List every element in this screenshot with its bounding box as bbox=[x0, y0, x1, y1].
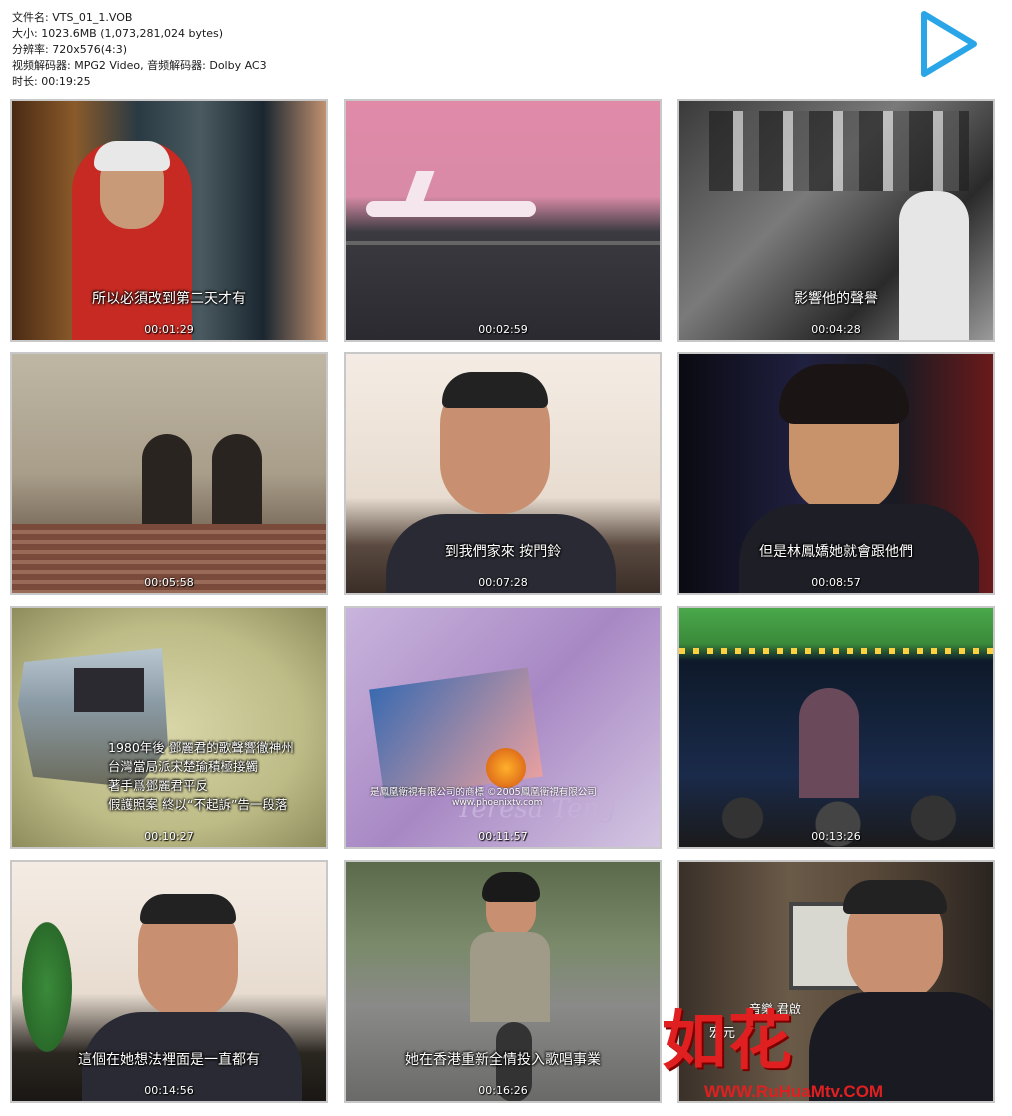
caption-text: 1980年後 鄧麗君的歌聲響徹神州 台灣當局派宋楚瑜積極接觸 著手爲鄧麗君平反 … bbox=[108, 738, 294, 814]
subtitle: 所以必須改到第二天才有 bbox=[92, 291, 246, 307]
timestamp: 00:10:27 bbox=[144, 830, 194, 843]
subtitle: 到我們家來 按門鈴 bbox=[444, 544, 562, 560]
title-card-scene: Teresa Teng bbox=[346, 608, 660, 847]
caption-line: 假護照案 終以“不起訴”告一段落 bbox=[108, 797, 288, 812]
thumbnail-grid: 所以必須改到第二天才有 00:01:29 00:02:59 影響他的聲譽 00:… bbox=[0, 0, 1012, 1116]
thumbnail[interactable]: 00:02:59 bbox=[344, 99, 662, 342]
timestamp: 00:02:59 bbox=[478, 323, 528, 336]
thumbnail[interactable]: Teresa Teng 是鳳凰衛視有限公司的商標 ©2005鳳凰衛視有限公司 w… bbox=[344, 606, 662, 849]
thumbnail[interactable]: 這個在她想法裡面是一直都有 00:14:56 bbox=[10, 860, 328, 1103]
timestamp: 00:16:26 bbox=[478, 1084, 528, 1097]
caption-line: 1980年後 鄧麗君的歌聲響徹神州 bbox=[108, 740, 294, 755]
caption-line: 台灣當局派宋楚瑜積極接觸 bbox=[108, 759, 259, 774]
thumbnail[interactable]: 但是林鳳嬌她就會跟他們 00:08:57 bbox=[677, 352, 995, 595]
watermark-url: WWW.RuHuaMtv.COM bbox=[704, 1082, 884, 1101]
timestamp: 00:07:28 bbox=[478, 576, 528, 589]
subtitle: 但是林鳳嬌她就會跟他們 bbox=[759, 544, 913, 560]
thumbnail[interactable]: 影響他的聲譽 00:04:28 bbox=[677, 99, 995, 342]
caption-line: 著手爲鄧麗君平反 bbox=[108, 778, 209, 793]
thumbnail[interactable]: 00:05:58 bbox=[10, 352, 328, 595]
watermark: 如花 WWW.RuHuaMtv.COM bbox=[662, 990, 992, 1110]
subtitle: 她在香港重新全情投入歌唱事業 bbox=[405, 1052, 601, 1068]
overlay-url: www.phoenixtv.com bbox=[452, 798, 543, 808]
timestamp: 00:13:26 bbox=[811, 830, 861, 843]
watermark-logo: 如花 bbox=[662, 1004, 794, 1079]
timestamp: 00:14:56 bbox=[144, 1084, 194, 1097]
timestamp: 00:01:29 bbox=[144, 323, 194, 336]
thumbnail[interactable]: 00:13:26 bbox=[677, 606, 995, 849]
timestamp: 00:08:57 bbox=[811, 576, 861, 589]
concert-scene bbox=[679, 608, 993, 847]
thumbnail[interactable]: 所以必須改到第二天才有 00:01:29 bbox=[10, 99, 328, 342]
thumbnail[interactable]: 她在香港重新全情投入歌唱事業 00:16:26 bbox=[344, 860, 662, 1103]
timestamp: 00:04:28 bbox=[811, 323, 861, 336]
airplane-scene bbox=[346, 101, 660, 340]
thumbnail[interactable]: 到我們家來 按門鈴 00:07:28 bbox=[344, 352, 662, 595]
timestamp: 00:05:58 bbox=[144, 576, 194, 589]
overlay-text: 是鳳凰衛視有限公司的商標 ©2005鳳凰衛視有限公司 bbox=[370, 787, 597, 798]
subtitle: 影響他的聲譽 bbox=[794, 291, 878, 307]
building-scene bbox=[12, 354, 326, 593]
subtitle: 這個在她想法裡面是一直都有 bbox=[78, 1052, 260, 1068]
thumbnail[interactable]: 1980年後 鄧麗君的歌聲響徹神州 台灣當局派宋楚瑜積極接觸 著手爲鄧麗君平反 … bbox=[10, 606, 328, 849]
timestamp: 00:11:57 bbox=[478, 830, 528, 843]
